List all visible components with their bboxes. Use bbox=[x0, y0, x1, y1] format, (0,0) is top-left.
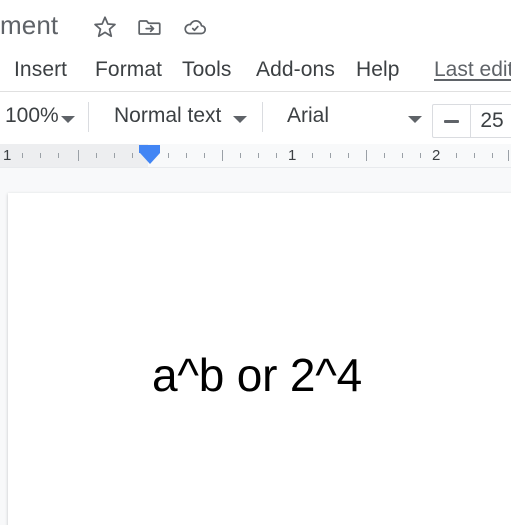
indent-marker-triangle bbox=[139, 153, 160, 164]
last-edit-link[interactable]: Last edit bbox=[434, 58, 511, 82]
left-indent-marker[interactable] bbox=[139, 145, 160, 164]
ruler-tick bbox=[22, 153, 23, 158]
ruler-tick bbox=[114, 153, 115, 158]
ruler-tick bbox=[258, 153, 259, 158]
star-icon[interactable] bbox=[92, 14, 118, 40]
ruler-tick bbox=[204, 153, 205, 158]
ruler-tick bbox=[276, 153, 277, 158]
ruler-tick bbox=[384, 153, 385, 158]
document-canvas[interactable]: a^b or 2^4 bbox=[0, 168, 511, 525]
toolbar-divider-2 bbox=[262, 102, 263, 132]
ruler-tick bbox=[492, 153, 493, 158]
ruler-number: 1 bbox=[3, 147, 12, 164]
indent-marker-bar bbox=[139, 145, 160, 153]
ruler-tick-major bbox=[222, 150, 223, 161]
ruler-tick-major bbox=[366, 150, 367, 161]
menu-item-insert[interactable]: Insert bbox=[14, 58, 67, 82]
zoom-chevron-down-icon[interactable] bbox=[61, 116, 75, 123]
ruler-tick bbox=[330, 153, 331, 158]
ruler-tick bbox=[402, 153, 403, 158]
document-page[interactable]: a^b or 2^4 bbox=[8, 193, 511, 525]
font-family-value[interactable]: Arial bbox=[287, 104, 329, 128]
google-docs-window: ment Insert Format Tools Add-ons Help La… bbox=[0, 0, 511, 525]
ruler-tick bbox=[420, 153, 421, 158]
zoom-level-value[interactable]: 100% bbox=[5, 104, 59, 128]
menu-item-tools[interactable]: Tools bbox=[182, 58, 232, 82]
ruler-tick bbox=[456, 153, 457, 158]
ruler-tick bbox=[474, 153, 475, 158]
ruler[interactable]: 1 1 2 bbox=[0, 144, 511, 168]
ruler-tick bbox=[132, 153, 133, 158]
menu-item-help[interactable]: Help bbox=[356, 58, 400, 82]
paragraph-style-chevron-down-icon[interactable] bbox=[233, 116, 247, 123]
paragraph-style-value[interactable]: Normal text bbox=[114, 104, 221, 128]
toolbar-divider-1 bbox=[88, 102, 89, 132]
ruler-number: 2 bbox=[432, 147, 441, 164]
menu-item-format[interactable]: Format bbox=[95, 58, 162, 82]
ruler-tick bbox=[348, 153, 349, 158]
font-size-stepper: 25 bbox=[432, 104, 511, 138]
menu-bar: Insert Format Tools Add-ons Help Last ed… bbox=[0, 48, 511, 92]
menu-item-add-ons[interactable]: Add-ons bbox=[256, 58, 335, 82]
ruler-tick bbox=[312, 153, 313, 158]
decrease-font-size-button[interactable] bbox=[433, 105, 471, 137]
font-size-input[interactable]: 25 bbox=[471, 109, 511, 133]
ruler-tick bbox=[96, 153, 97, 158]
ruler-tick bbox=[40, 153, 41, 158]
ruler-tick-major bbox=[78, 150, 79, 161]
ruler-tick-major bbox=[508, 150, 509, 161]
ruler-tick bbox=[58, 153, 59, 158]
ruler-tick bbox=[186, 153, 187, 158]
title-bar: ment bbox=[0, 0, 511, 48]
move-to-folder-icon[interactable] bbox=[137, 14, 163, 40]
font-family-chevron-down-icon[interactable] bbox=[408, 116, 422, 123]
document-title[interactable]: ment bbox=[0, 10, 58, 41]
cloud-saved-icon[interactable] bbox=[182, 14, 208, 40]
ruler-number: 1 bbox=[288, 147, 297, 164]
ruler-tick bbox=[168, 153, 169, 158]
ruler-tick bbox=[240, 153, 241, 158]
minus-icon bbox=[444, 119, 459, 123]
document-body-text[interactable]: a^b or 2^4 bbox=[152, 348, 362, 402]
